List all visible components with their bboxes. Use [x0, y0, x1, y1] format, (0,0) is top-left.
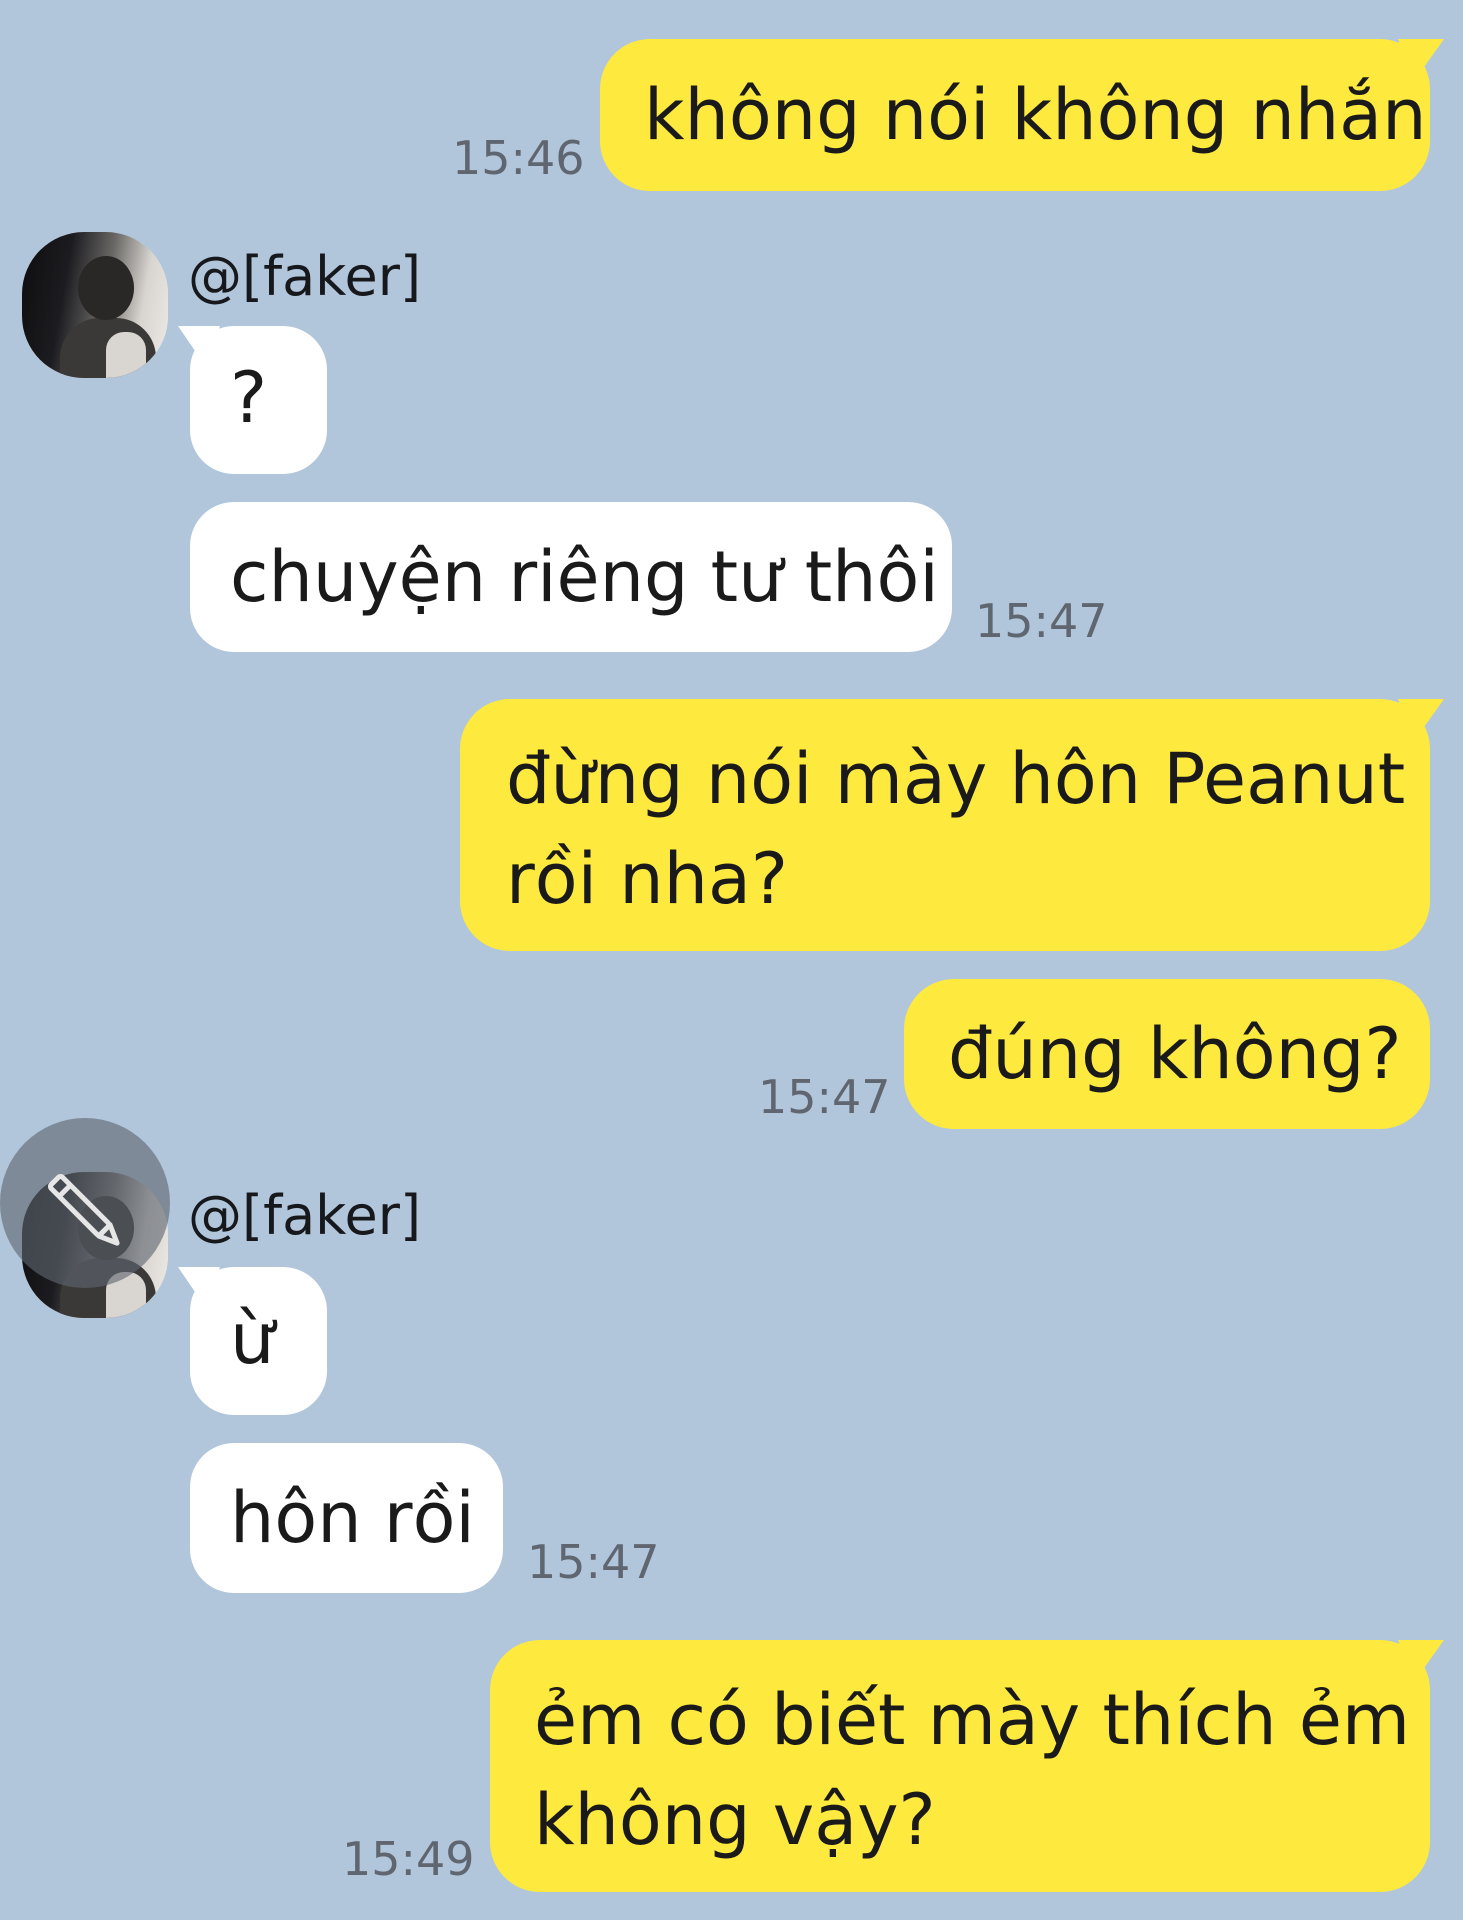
message-line: rồi nha?	[506, 838, 789, 920]
message-line: đừng nói mày hôn Peanut	[506, 738, 1406, 820]
message-text: không nói không nhắn	[644, 74, 1427, 156]
contact-name: @[faker]	[188, 1184, 422, 1247]
my-message-bubble[interactable]: đúng không?	[904, 979, 1430, 1129]
their-message-bubble[interactable]: hôn rồi	[190, 1443, 503, 1593]
message-timestamp: 15:47	[527, 1535, 660, 1589]
pencil-edit-icon	[47, 1173, 120, 1246]
contact-name: @[faker]	[188, 245, 422, 308]
message-line: không vậy?	[534, 1779, 936, 1861]
my-message-bubble[interactable]: không nói không nhắn	[600, 39, 1430, 191]
message-timestamp: 15:49	[342, 1832, 475, 1886]
message-timestamp: 15:47	[975, 594, 1108, 648]
message-text: ?	[230, 357, 268, 439]
my-message-bubble[interactable]: đừng nói mày hôn Peanut rồi nha?	[460, 699, 1430, 951]
their-message-bubble[interactable]: chuyện riêng tư thôi	[190, 502, 952, 652]
message-line: ẻm có biết mày thích ẻm	[534, 1679, 1411, 1761]
message-text: hôn rồi	[230, 1477, 475, 1559]
contact-avatar[interactable]	[22, 232, 168, 378]
message-text: chuyện riêng tư thôi	[230, 536, 939, 618]
avatar-photo-head	[78, 256, 134, 320]
message-text: ừ	[230, 1298, 275, 1380]
my-message-bubble[interactable]: ẻm có biết mày thích ẻm không vậy?	[490, 1640, 1430, 1892]
their-message-bubble[interactable]: ừ	[190, 1267, 327, 1415]
message-timestamp: 15:47	[758, 1070, 891, 1124]
message-timestamp: 15:46	[452, 131, 585, 185]
edit-button[interactable]	[0, 1118, 170, 1288]
their-message-bubble[interactable]: ?	[190, 326, 327, 474]
avatar-photo-shirt	[106, 332, 146, 378]
message-text: đúng không?	[948, 1013, 1402, 1095]
